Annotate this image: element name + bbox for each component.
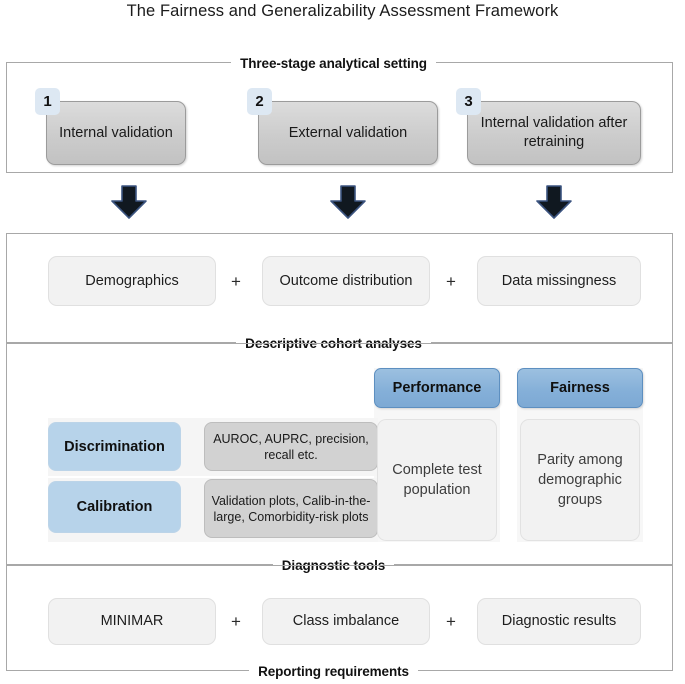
descriptive-item-label: Outcome distribution: [279, 272, 413, 289]
outcome-parity-demographic-groups: Parity among demographic groups: [520, 419, 640, 541]
stage-box-1[interactable]: Internal validation: [46, 101, 186, 165]
plus-symbol: +: [231, 612, 241, 631]
stage-badge-2: 2: [247, 88, 272, 115]
plus-symbol: +: [446, 272, 456, 291]
outcome-label: Parity among demographic groups: [537, 452, 623, 508]
category-calibration[interactable]: Calibration: [48, 481, 181, 533]
descriptive-item-label: Data missingness: [501, 272, 617, 289]
stage-badge-3: 3: [456, 88, 481, 115]
stage-badge-1: 1: [35, 88, 60, 115]
outcome-label: Complete test population: [392, 462, 482, 498]
descriptive-separator-2: +: [441, 272, 461, 292]
stage-box-2[interactable]: External validation: [258, 101, 438, 165]
stage-box-3[interactable]: Internal validation after retraining: [467, 101, 641, 165]
reporting-item-minimar[interactable]: MINIMAR: [48, 598, 216, 645]
stage-label-2: External validation: [288, 124, 408, 141]
column-header-fairness[interactable]: Fairness: [517, 368, 643, 408]
category-label: Discrimination: [64, 438, 165, 455]
category-label: Calibration: [76, 499, 153, 515]
descriptive-item-demographics[interactable]: Demographics: [48, 256, 216, 306]
reporting-separator-2: +: [441, 612, 461, 632]
descriptive-item-label: Demographics: [85, 272, 179, 289]
column-header-label: Performance: [392, 380, 482, 396]
stage-label-3: Internal validation after retraining: [480, 115, 628, 150]
reporting-item-label: Class imbalance: [292, 613, 400, 629]
outcome-complete-test-population: Complete test population: [377, 419, 497, 541]
descriptive-separator-1: +: [226, 272, 246, 292]
detail-calibration: Validation plots, Calib-in-the-large, Co…: [204, 479, 378, 538]
reporting-separator-1: +: [226, 612, 246, 632]
reporting-item-diagnostic-results[interactable]: Diagnostic results: [477, 598, 641, 645]
reporting-item-class-imbalance[interactable]: Class imbalance: [262, 598, 430, 645]
plus-symbol: +: [446, 612, 456, 631]
stage-number-1: 1: [43, 93, 52, 110]
detail-discrimination: AUROC, AUPRC, precision, recall etc.: [204, 422, 378, 471]
framework-diagram: The Fairness and Generalizability Assess…: [0, 0, 685, 684]
stage-label-1: Internal validation: [59, 124, 173, 141]
detail-text: Validation plots, Calib-in-the-large, Co…: [211, 493, 371, 524]
reporting-item-label: MINIMAR: [100, 613, 164, 629]
page-title: The Fairness and Generalizability Assess…: [126, 2, 559, 20]
descriptive-item-data-missingness[interactable]: Data missingness: [477, 256, 641, 306]
arrow-stage-2: [329, 185, 367, 219]
detail-text: AUROC, AUPRC, precision, recall etc.: [213, 431, 369, 462]
category-discrimination[interactable]: Discrimination: [48, 422, 181, 471]
arrow-stage-1: [110, 185, 148, 219]
stage-number-2: 2: [255, 93, 264, 110]
arrow-stage-3: [535, 185, 573, 219]
reporting-item-label: Diagnostic results: [501, 613, 617, 629]
descriptive-item-outcome-distribution[interactable]: Outcome distribution: [262, 256, 430, 306]
plus-symbol: +: [231, 272, 241, 291]
column-header-performance[interactable]: Performance: [374, 368, 500, 408]
stage-number-3: 3: [464, 93, 473, 110]
column-header-label: Fairness: [550, 380, 610, 396]
